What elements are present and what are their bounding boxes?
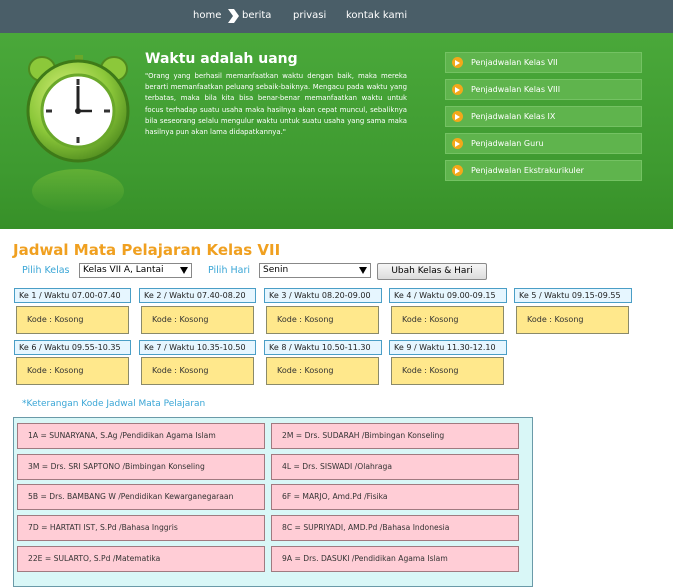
nav-berita-link[interactable]: berita [242, 10, 271, 21]
legend-item: 4L = Drs. SISWADI /Olahraga [271, 454, 519, 480]
menu-item-guru[interactable]: Penjadwalan Guru [445, 133, 642, 154]
legend-note: *Keterangan Kode Jadwal Mata Pelajaran [22, 399, 206, 409]
ubah-kelas-hari-button[interactable]: Ubah Kelas & Hari [377, 263, 487, 280]
hari-select[interactable]: Senin [259, 263, 371, 278]
dropdown-arrow-icon [359, 267, 367, 274]
menu-item-label: Penjadwalan Kelas IX [471, 112, 556, 121]
slot-code-box[interactable]: Kode : Kosong [391, 357, 504, 385]
slot-code-box[interactable]: Kode : Kosong [16, 306, 129, 334]
nav-privasi-link[interactable]: privasi [293, 10, 326, 21]
slot-code-box[interactable]: Kode : Kosong [266, 357, 379, 385]
hari-select-value: Senin [263, 265, 289, 275]
teacher-code-legend: 1A = SUNARYANA, S.Ag /Pendidikan Agama I… [13, 417, 533, 587]
hero-banner: Waktu adalah uang "Orang yang berhasil m… [0, 33, 673, 229]
slot-header: Ke 2 / Waktu 07.40-08.20 [139, 288, 256, 303]
alarm-clock-icon [26, 55, 130, 213]
menu-item-ekstrakurikuler[interactable]: Penjadwalan Ekstrakurikuler [445, 160, 642, 181]
legend-item: 1A = SUNARYANA, S.Ag /Pendidikan Agama I… [17, 423, 265, 449]
menu-item-label: Penjadwalan Ekstrakurikuler [471, 166, 584, 175]
arrow-bullet-icon [452, 138, 463, 149]
legend-item: 7D = HARTATI IST, S.Pd /Bahasa Inggris [17, 515, 265, 541]
slot-code-box[interactable]: Kode : Kosong [141, 357, 254, 385]
legend-item: 9A = Drs. DASUKI /Pendidikan Agama Islam [271, 546, 519, 572]
arrow-bullet-icon [452, 57, 463, 68]
chevron-right-icon [228, 9, 239, 23]
legend-item: 8C = SUPRIYADI, AMD.Pd /Bahasa Indonesia [271, 515, 519, 541]
slot-code-box[interactable]: Kode : Kosong [266, 306, 379, 334]
slot-header: Ke 3 / Waktu 08.20-09.00 [264, 288, 382, 303]
nav-kontak-link[interactable]: kontak kami [346, 10, 407, 21]
legend-item: 2M = Drs. SUDARAH /Bimbingan Konseling [271, 423, 519, 449]
slot-code-box[interactable]: Kode : Kosong [391, 306, 504, 334]
nav-home-link[interactable]: home [193, 10, 221, 21]
slot-header: Ke 7 / Waktu 10.35-10.50 [139, 340, 256, 355]
menu-item-label: Penjadwalan Kelas VIII [471, 85, 561, 94]
slot-header: Ke 4 / Waktu 09.00-09.15 [389, 288, 507, 303]
pilih-hari-label: Pilih Hari [208, 265, 250, 276]
hero-quote: "Orang yang berhasil memanfaatkan waktu … [145, 72, 407, 137]
slot-header: Ke 9 / Waktu 11.30-12.10 [389, 340, 507, 355]
kelas-select-value: Kelas VII A, Lantai [83, 265, 164, 275]
top-navigation: home berita privasi kontak kami [0, 0, 673, 33]
legend-item: 6F = MARJO, Amd.Pd /Fisika [271, 484, 519, 510]
slot-header: Ke 6 / Waktu 09.55-10.35 [14, 340, 131, 355]
menu-item-kelas-viii[interactable]: Penjadwalan Kelas VIII [445, 79, 642, 100]
slot-header: Ke 8 / Waktu 10.50-11.30 [264, 340, 382, 355]
side-menu: Penjadwalan Kelas VII Penjadwalan Kelas … [445, 52, 642, 187]
legend-item: 3M = Drs. SRI SAPTONO /Bimbingan Konseli… [17, 454, 265, 480]
kelas-select[interactable]: Kelas VII A, Lantai [79, 263, 192, 278]
menu-item-label: Penjadwalan Kelas VII [471, 58, 558, 67]
menu-item-kelas-ix[interactable]: Penjadwalan Kelas IX [445, 106, 642, 127]
arrow-bullet-icon [452, 84, 463, 95]
slot-code-box[interactable]: Kode : Kosong [516, 306, 629, 334]
legend-item: 22E = SULARTO, S.Pd /Matematika [17, 546, 265, 572]
legend-item: 5B = Drs. BAMBANG W /Pendidikan Kewargan… [17, 484, 265, 510]
menu-item-kelas-vii[interactable]: Penjadwalan Kelas VII [445, 52, 642, 73]
slot-header: Ke 5 / Waktu 09.15-09.55 [514, 288, 632, 303]
arrow-bullet-icon [452, 165, 463, 176]
page-title: Jadwal Mata Pelajaran Kelas VII [13, 241, 281, 259]
dropdown-arrow-icon [180, 267, 188, 274]
slot-code-box[interactable]: Kode : Kosong [16, 357, 129, 385]
menu-item-label: Penjadwalan Guru [471, 139, 544, 148]
arrow-bullet-icon [452, 111, 463, 122]
pilih-kelas-label: Pilih Kelas [22, 265, 70, 276]
hero-title: Waktu adalah uang [145, 51, 298, 67]
slot-code-box[interactable]: Kode : Kosong [141, 306, 254, 334]
slot-header: Ke 1 / Waktu 07.00-07.40 [14, 288, 131, 303]
